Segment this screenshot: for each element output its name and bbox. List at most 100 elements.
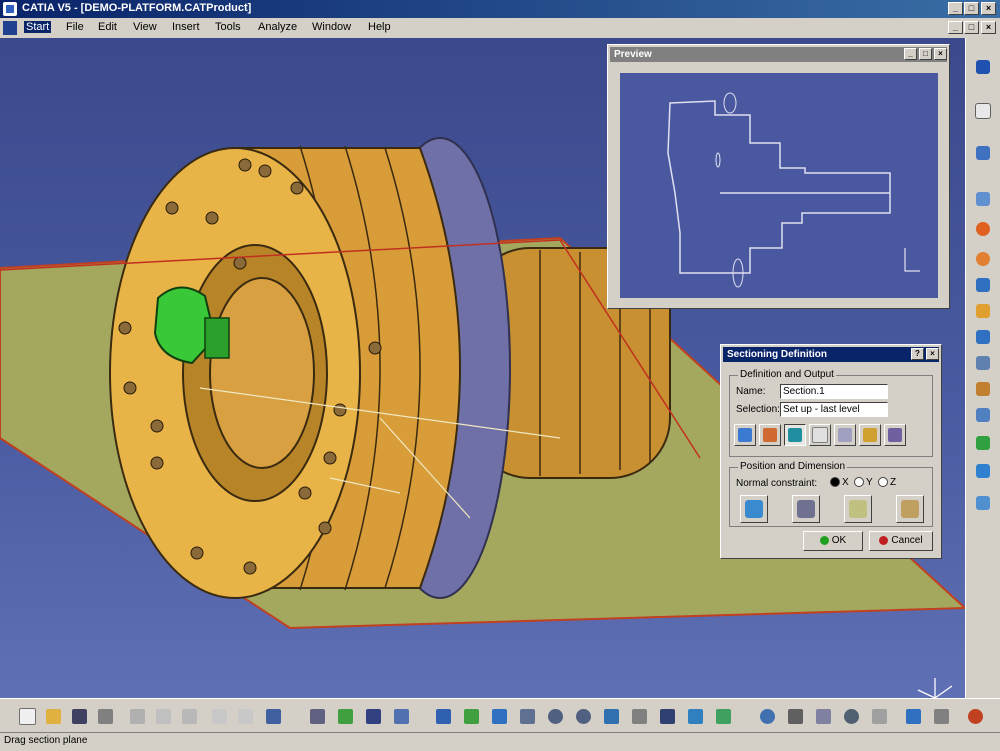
light-icon[interactable]: [868, 705, 890, 727]
pan-icon[interactable]: [460, 705, 482, 727]
normal-view-icon[interactable]: [600, 705, 622, 727]
selection-field[interactable]: Set up - last level: [780, 402, 888, 417]
analysis-icon[interactable]: [972, 248, 994, 270]
tree-icon[interactable]: [306, 705, 328, 727]
definition-output-legend: Definition and Output: [738, 369, 836, 380]
clash-icon[interactable]: [972, 300, 994, 322]
manipulate-icon[interactable]: [334, 705, 356, 727]
bottom-toolbar: [0, 698, 1000, 733]
right-toolbar: [965, 38, 1000, 698]
preview-minimize-button[interactable]: _: [904, 48, 917, 60]
section-icon[interactable]: [972, 274, 994, 296]
filter-icon[interactable]: [930, 705, 952, 727]
spin-icon[interactable]: [516, 705, 538, 727]
measure-icon[interactable]: [972, 326, 994, 348]
copy-icon[interactable]: [152, 705, 174, 727]
menu-view[interactable]: View: [133, 21, 157, 33]
cancel-button[interactable]: Cancel: [869, 531, 933, 551]
doc-restore-button[interactable]: □: [964, 21, 979, 34]
section-edit-button[interactable]: [834, 424, 856, 446]
swap-icon[interactable]: [712, 705, 734, 727]
menu-analyze[interactable]: Analyze: [258, 21, 297, 33]
section-box-button[interactable]: [784, 424, 806, 446]
compass-tool-icon[interactable]: [972, 378, 994, 400]
section-results-button[interactable]: [809, 424, 831, 446]
menu-start[interactable]: Start: [24, 21, 52, 33]
status-text: Drag section plane: [4, 735, 88, 746]
doc-minimize-button[interactable]: _: [948, 21, 963, 34]
help-icon[interactable]: [262, 705, 284, 727]
geometric-target-button[interactable]: [896, 495, 924, 523]
shading-icon[interactable]: [902, 705, 924, 727]
render-icon[interactable]: [656, 705, 678, 727]
sectioning-help-button[interactable]: ?: [911, 348, 924, 360]
iso-view-icon[interactable]: [628, 705, 650, 727]
close-button[interactable]: ×: [981, 2, 996, 15]
preview-title-bar: Preview _ □ ×: [610, 47, 947, 62]
reset-position-button[interactable]: [792, 495, 820, 523]
menu-insert[interactable]: Insert: [172, 21, 200, 33]
walk-icon[interactable]: [812, 705, 834, 727]
catia-logo-icon[interactable]: [972, 56, 994, 78]
redo-icon[interactable]: [234, 705, 256, 727]
preview-canvas[interactable]: [620, 73, 938, 298]
radio-z[interactable]: Z: [878, 477, 896, 488]
hide-icon[interactable]: [684, 705, 706, 727]
fit-all-icon[interactable]: [432, 705, 454, 727]
shape-icon[interactable]: [972, 218, 994, 240]
sectioning-close-button[interactable]: ×: [926, 348, 939, 360]
sectioning-definition-dialog: Sectioning Definition ? × Definition and…: [720, 344, 942, 559]
window-title: CATIA V5 - [DEMO-PLATFORM.CATProduct]: [22, 2, 252, 14]
lens-icon[interactable]: [840, 705, 862, 727]
minimize-button[interactable]: _: [948, 2, 963, 15]
invert-normal-button[interactable]: [844, 495, 872, 523]
section-clipping-button[interactable]: [884, 424, 906, 446]
ok-button[interactable]: OK: [803, 531, 863, 551]
doc-close-button[interactable]: ×: [981, 21, 996, 34]
name-field[interactable]: Section.1: [780, 384, 888, 399]
product-icon[interactable]: [390, 705, 412, 727]
preview-window: Preview _ □ ×: [607, 44, 950, 309]
menu-tools[interactable]: Tools: [215, 21, 241, 33]
menu-file[interactable]: File: [66, 21, 84, 33]
preview-maximize-button[interactable]: □: [919, 48, 932, 60]
sketch-icon[interactable]: [972, 142, 994, 164]
position-dimension-group: Position and Dimension Normal constraint…: [729, 461, 933, 527]
align-icon[interactable]: [362, 705, 384, 727]
zoom-out-icon[interactable]: [572, 705, 594, 727]
section-slice-button[interactable]: [759, 424, 781, 446]
normal-constraint-label: Normal constraint:: [736, 478, 818, 489]
menu-edit[interactable]: Edit: [98, 21, 117, 33]
select-icon[interactable]: [972, 100, 994, 122]
menu-bar: Start File Edit View Insert Tools Analyz…: [0, 18, 1000, 39]
radio-y[interactable]: Y: [854, 477, 873, 488]
space-icon[interactable]: [756, 705, 778, 727]
maximize-button[interactable]: □: [964, 2, 979, 15]
rotate-icon[interactable]: [488, 705, 510, 727]
paste-icon[interactable]: [178, 705, 200, 727]
simulation-3-icon[interactable]: [964, 705, 986, 727]
new-icon[interactable]: [16, 705, 38, 727]
radio-x[interactable]: X: [830, 477, 849, 488]
menu-window[interactable]: Window: [312, 21, 351, 33]
section-plane-button[interactable]: [734, 424, 756, 446]
zoom-in-icon[interactable]: [544, 705, 566, 727]
grid-icon[interactable]: [972, 460, 994, 482]
cut-icon[interactable]: [126, 705, 148, 727]
preview-close-button[interactable]: ×: [934, 48, 947, 60]
menu-help[interactable]: Help: [368, 21, 391, 33]
print-icon[interactable]: [94, 705, 116, 727]
section-lock-button[interactable]: [859, 424, 881, 446]
fly-icon[interactable]: [784, 705, 806, 727]
compass-icon[interactable]: [917, 678, 953, 698]
plane-icon[interactable]: [972, 188, 994, 210]
simulation-icon[interactable]: [972, 492, 994, 514]
save-icon[interactable]: [68, 705, 90, 727]
catia-app-icon: [3, 2, 17, 16]
snap-icon[interactable]: [972, 404, 994, 426]
undo-icon[interactable]: [208, 705, 230, 727]
edit-position-button[interactable]: [740, 495, 768, 523]
pointer-icon[interactable]: [972, 352, 994, 374]
open-icon[interactable]: [42, 705, 64, 727]
camera-icon[interactable]: [972, 432, 994, 454]
